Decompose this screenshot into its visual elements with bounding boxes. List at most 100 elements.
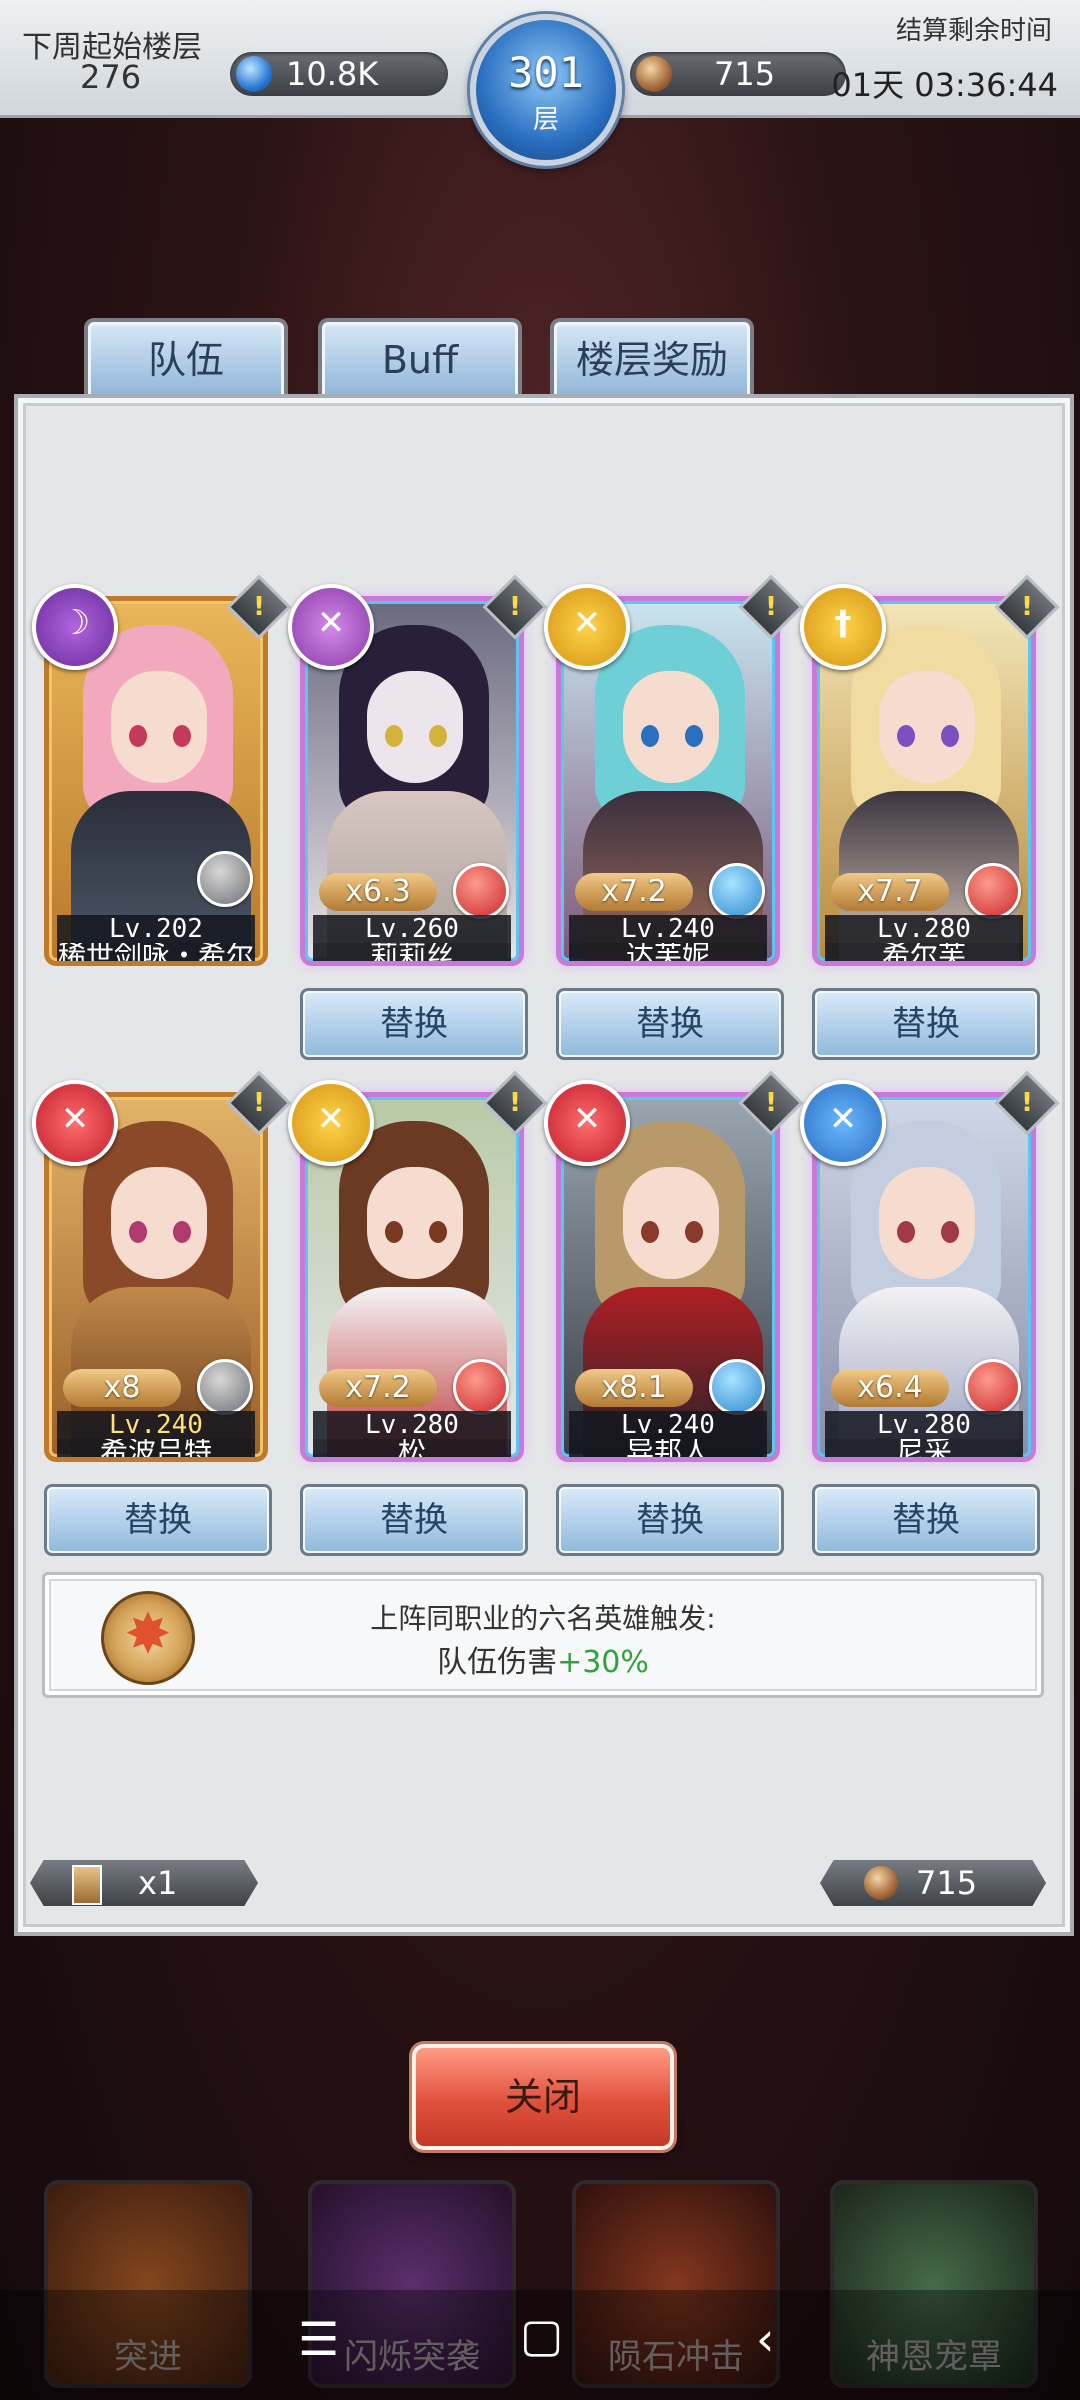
medal-counter[interactable]: 715: [630, 52, 846, 96]
power-multiplier: x6.4: [831, 1369, 949, 1407]
moon-class-icon: ☽: [32, 584, 118, 670]
hero-eye: [641, 1221, 659, 1243]
hero-level: Lv.202: [57, 915, 255, 943]
dark-element-icon: [197, 1359, 253, 1415]
close-button[interactable]: 关闭: [412, 2044, 674, 2150]
tab-team[interactable]: 队伍: [84, 318, 288, 398]
hero-card-5[interactable]: x8 Lv.240 希波吕特 ✕ !: [32, 1070, 292, 1462]
swap-button-7[interactable]: 替换: [556, 1484, 784, 1556]
hero-card-2[interactable]: x6.3 Lv.260 莉莉丝 ✕ !: [288, 574, 548, 966]
hero-level: Lv.240: [57, 1411, 255, 1439]
fire-element-icon: [965, 863, 1021, 919]
medal-icon: [864, 1866, 898, 1900]
next-week-floor-value: 276: [80, 58, 142, 96]
tab-floor-rewards[interactable]: 楼层奖励: [550, 318, 754, 398]
hero-level: Lv.280: [313, 1411, 511, 1439]
team-bonus-panel: 上阵同职业的六名英雄触发: 队伍伤害+30%: [42, 1572, 1044, 1698]
hero-eye: [897, 1221, 915, 1243]
system-nav-bar: ☰ ▢ ‹: [0, 2290, 1080, 2400]
hero-eye: [429, 725, 447, 747]
hero-face: [623, 671, 719, 783]
hero-eye: [129, 725, 147, 747]
hero-name: 稀世剑咏・希尔: [57, 943, 255, 961]
hero-eye: [173, 725, 191, 747]
class-icon: ✕: [288, 584, 374, 670]
power-multiplier: x8: [63, 1369, 181, 1407]
hero-eye: [897, 725, 915, 747]
gem-count: 10.8K: [286, 55, 379, 93]
back-icon[interactable]: ‹: [756, 2312, 774, 2366]
hero-face: [879, 1167, 975, 1279]
swap-button-3[interactable]: 替换: [556, 988, 784, 1060]
swap-button-8[interactable]: 替换: [812, 1484, 1040, 1556]
power-multiplier: x6.3: [319, 873, 437, 911]
current-floor-unit: 层: [532, 105, 559, 135]
hero-eye: [173, 1221, 191, 1243]
hero-face: [367, 1167, 463, 1279]
gem-counter[interactable]: 10.8K: [230, 52, 448, 96]
water-element-icon: [709, 1359, 765, 1415]
hero-eye: [129, 1221, 147, 1243]
fire-element-icon: [453, 1359, 509, 1415]
current-floor-number: 301: [508, 48, 584, 97]
settle-remaining-label: 结算剩余时间: [895, 16, 1052, 46]
ticket-icon: [72, 1865, 102, 1905]
hero-card-8[interactable]: x6.4 Lv.280 尼采 ✕ !: [800, 1070, 1060, 1462]
hero-name: 尼采: [825, 1439, 1023, 1457]
bonus-effect: 队伍伤害+30%: [45, 1637, 1041, 1681]
power-multiplier: x7.2: [575, 873, 693, 911]
class-icon: ✕: [544, 584, 630, 670]
water-element-icon: [709, 863, 765, 919]
hero-eye: [641, 725, 659, 747]
swap-button-5[interactable]: 替换: [44, 1484, 272, 1556]
swap-button-2[interactable]: 替换: [300, 988, 528, 1060]
hero-card-6[interactable]: x7.2 Lv.280 松 ✕ !: [288, 1070, 548, 1462]
hero-eye: [685, 725, 703, 747]
power-multiplier: x7.7: [831, 873, 949, 911]
class-icon: ✕: [288, 1080, 374, 1166]
hero-face: [111, 671, 207, 783]
hero-face: [623, 1167, 719, 1279]
settle-remaining-time: 01天 03:36:44: [831, 66, 1058, 104]
home-icon[interactable]: ▢: [520, 2308, 563, 2362]
medal-footer-count: 715: [916, 1864, 978, 1902]
gem-icon: [236, 56, 272, 92]
power-multiplier: x7.2: [319, 1369, 437, 1407]
hero-eye: [385, 725, 403, 747]
hero-card-1[interactable]: Lv.202 稀世剑咏・希尔 ☽ !: [32, 574, 292, 966]
bonus-effect-label: 队伍伤害: [437, 1645, 558, 1680]
hero-card-3[interactable]: x7.2 Lv.240 达芙妮 ✕ !: [544, 574, 804, 966]
medal-count: 715: [714, 55, 776, 93]
hero-name: 希波吕特: [57, 1439, 255, 1457]
hero-face: [367, 671, 463, 783]
menu-icon[interactable]: ☰: [298, 2312, 339, 2366]
hero-eye: [941, 725, 959, 747]
hero-level: Lv.260: [313, 915, 511, 943]
medal-icon: [636, 56, 672, 92]
hero-card-7[interactable]: x8.1 Lv.240 异邦人 ✕ !: [544, 1070, 804, 1462]
swap-button-6[interactable]: 替换: [300, 1484, 528, 1556]
ticket-count: x1: [138, 1864, 178, 1902]
fire-element-icon: [965, 1359, 1021, 1415]
hero-name: 莉莉丝: [313, 943, 511, 961]
hero-level: Lv.280: [825, 915, 1023, 943]
hero-card-4[interactable]: x7.7 Lv.280 希尔芙 † !: [800, 574, 1060, 966]
hero-name: 希尔芙: [825, 943, 1023, 961]
current-floor-badge: 301 层: [470, 14, 622, 166]
hero-eye: [429, 1221, 447, 1243]
hero-name: 松: [313, 1439, 511, 1457]
hero-eye: [385, 1221, 403, 1243]
hero-level: Lv.280: [825, 1411, 1023, 1439]
class-mage-icon: [197, 851, 253, 907]
hero-level: Lv.240: [569, 915, 767, 943]
bonus-condition: 上阵同职业的六名英雄触发:: [370, 1602, 716, 1635]
tab-buff[interactable]: Buff: [318, 318, 522, 398]
medal-footer-counter: 715: [820, 1860, 1046, 1906]
fire-element-icon: [453, 863, 509, 919]
class-icon: ✕: [32, 1080, 118, 1166]
swap-button-4[interactable]: 替换: [812, 988, 1040, 1060]
class-icon: ✕: [544, 1080, 630, 1166]
class-icon: ✕: [800, 1080, 886, 1166]
hero-name: 异邦人: [569, 1439, 767, 1457]
hero-eye: [685, 1221, 703, 1243]
